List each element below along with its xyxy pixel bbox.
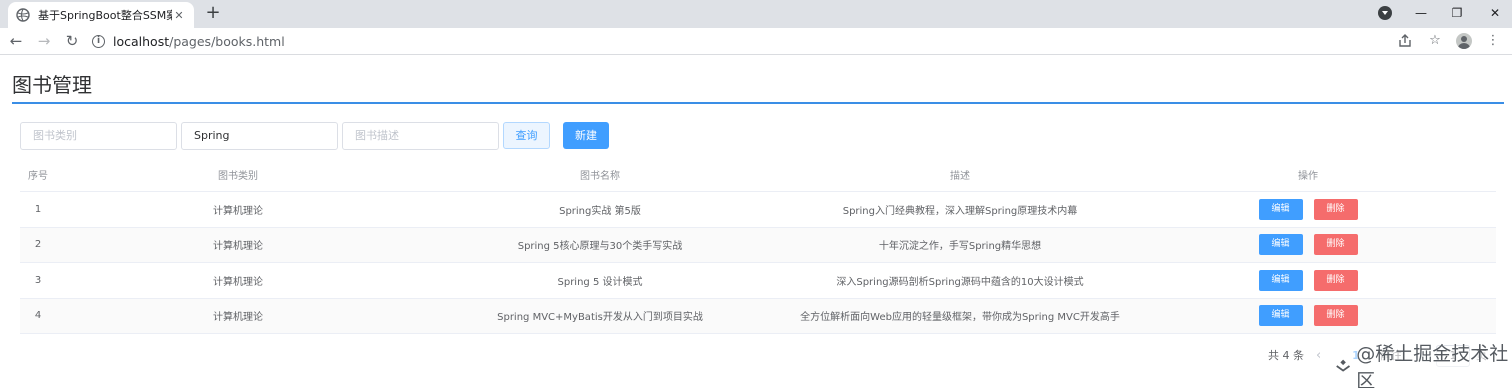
column-header: 操作 xyxy=(1298,171,1318,182)
edit-button[interactable]: 编辑 xyxy=(1258,234,1303,256)
forward-arrow-icon[interactable]: → xyxy=(32,29,56,53)
name-filter-input[interactable]: Spring xyxy=(181,122,338,150)
cell-name: Spring实战 第5版 xyxy=(559,205,641,217)
cell-category: 计算机理论 xyxy=(213,205,263,217)
table-row: 3 计算机理论 Spring 5 设计模式 深入Spring源码剖析Spring… xyxy=(20,263,1496,299)
cell-description: 十年沉淀之作，手写Spring精华思想 xyxy=(878,241,1042,253)
cell-actions: 编辑 删除 xyxy=(1140,269,1476,291)
cell-actions: 编辑 删除 xyxy=(1140,234,1476,256)
profile-avatar[interactable] xyxy=(1456,33,1472,49)
address-bar[interactable]: i localhost/pages/books.html xyxy=(84,30,1480,53)
delete-button[interactable]: 删除 xyxy=(1313,234,1358,256)
share-icon[interactable] xyxy=(1396,32,1414,50)
title-divider xyxy=(12,102,1504,104)
tab-close-icon[interactable]: ✕ xyxy=(172,9,186,22)
watermark-text: @稀土掘金技术社区 xyxy=(1356,343,1509,388)
cell-name: Spring 5核心原理与30个类手写实战 xyxy=(517,241,683,253)
bookmark-star-icon[interactable]: ☆ xyxy=(1426,32,1444,50)
page-content: 图书管理 图书类别 Spring 图书描述 查询 新建 序号 图书类别 图书名称… xyxy=(0,55,1512,388)
menu-kebab-icon[interactable]: ⋮ xyxy=(1484,32,1502,50)
table-header: 序号 图书类别 图书名称 描述 操作 xyxy=(20,158,1496,192)
new-tab-icon[interactable]: + xyxy=(204,4,222,22)
table-row: 1 计算机理论 Spring实战 第5版 Spring入门经典教程，深入理解Sp… xyxy=(20,192,1496,228)
reload-icon[interactable]: ↻ xyxy=(60,29,84,53)
cell-name: Spring 5 设计模式 xyxy=(557,276,643,288)
cell-actions: 编辑 删除 xyxy=(1140,305,1476,327)
column-header: 图书类别 xyxy=(218,171,258,182)
edit-button[interactable]: 编辑 xyxy=(1258,198,1303,220)
table-row: 2 计算机理论 Spring 5核心原理与30个类手写实战 十年沉淀之作，手写S… xyxy=(20,227,1496,263)
query-button[interactable]: 查询 xyxy=(503,122,550,149)
pagination-total: 共 4 条 xyxy=(1268,349,1304,362)
browser-tabbar: 基于SpringBoot整合SSM案例 ✕ + — ❐ ✕ xyxy=(0,0,1512,28)
site-info-icon[interactable]: i xyxy=(92,35,105,48)
juejin-logo-icon xyxy=(1336,359,1351,372)
browser-tab[interactable]: 基于SpringBoot整合SSM案例 ✕ xyxy=(8,2,194,28)
category-filter-input[interactable]: 图书类别 xyxy=(20,122,177,150)
toolbar-actions: ☆ ⋮ xyxy=(1396,32,1502,50)
cell-description: Spring入门经典教程，深入理解Spring原理技术内幕 xyxy=(842,205,1078,217)
url-path: /pages/books.html xyxy=(169,34,285,49)
cell-category: 计算机理论 xyxy=(213,276,263,288)
cell-index: 2 xyxy=(34,239,42,251)
edit-button[interactable]: 编辑 xyxy=(1258,305,1303,327)
url-host: localhost xyxy=(113,34,170,49)
delete-button[interactable]: 删除 xyxy=(1313,198,1358,220)
globe-icon xyxy=(16,8,30,22)
cell-actions: 编辑 删除 xyxy=(1140,198,1476,220)
books-table: 序号 图书类别 图书名称 描述 操作 1 计算机理论 Spring实战 第5版 … xyxy=(20,158,1496,334)
edit-button[interactable]: 编辑 xyxy=(1258,269,1303,291)
tab-search-icon[interactable] xyxy=(1378,6,1392,20)
cell-index: 1 xyxy=(34,203,42,215)
column-header: 描述 xyxy=(950,171,970,182)
restore-icon[interactable]: ❐ xyxy=(1448,2,1466,24)
cell-category: 计算机理论 xyxy=(213,241,263,253)
table-row: 4 计算机理论 Spring MVC+MyBatis开发从入门到项目实战 全方位… xyxy=(20,298,1496,334)
browser-toolbar: ← → ↻ i localhost/pages/books.html ☆ ⋮ xyxy=(0,28,1512,55)
watermark: @稀土掘金技术社区 xyxy=(1330,343,1512,388)
cell-description: 深入Spring源码剖析Spring源码中蕴含的10大设计模式 xyxy=(836,276,1084,288)
window-close-icon[interactable]: ✕ xyxy=(1486,2,1504,24)
column-header: 图书名称 xyxy=(580,171,620,182)
cell-name: Spring MVC+MyBatis开发从入门到项目实战 xyxy=(497,312,703,324)
cell-index: 4 xyxy=(34,310,42,322)
delete-button[interactable]: 删除 xyxy=(1313,269,1358,291)
pagination-prev-icon[interactable]: ‹ xyxy=(1316,345,1321,367)
delete-button[interactable]: 删除 xyxy=(1313,305,1358,327)
cell-description: 全方位解析面向Web应用的轻量级框架，带你成为Spring MVC开发高手 xyxy=(800,312,1120,324)
page-title: 图书管理 xyxy=(12,73,92,97)
back-arrow-icon[interactable]: ← xyxy=(4,29,28,53)
cell-index: 3 xyxy=(34,274,42,286)
minimize-icon[interactable]: — xyxy=(1412,2,1430,24)
tab-title: 基于SpringBoot整合SSM案例 xyxy=(38,9,172,22)
column-header: 序号 xyxy=(28,171,48,182)
new-button[interactable]: 新建 xyxy=(563,122,609,149)
url-text: localhost/pages/books.html xyxy=(113,34,285,49)
description-filter-input[interactable]: 图书描述 xyxy=(342,122,499,150)
cell-category: 计算机理论 xyxy=(213,312,263,324)
